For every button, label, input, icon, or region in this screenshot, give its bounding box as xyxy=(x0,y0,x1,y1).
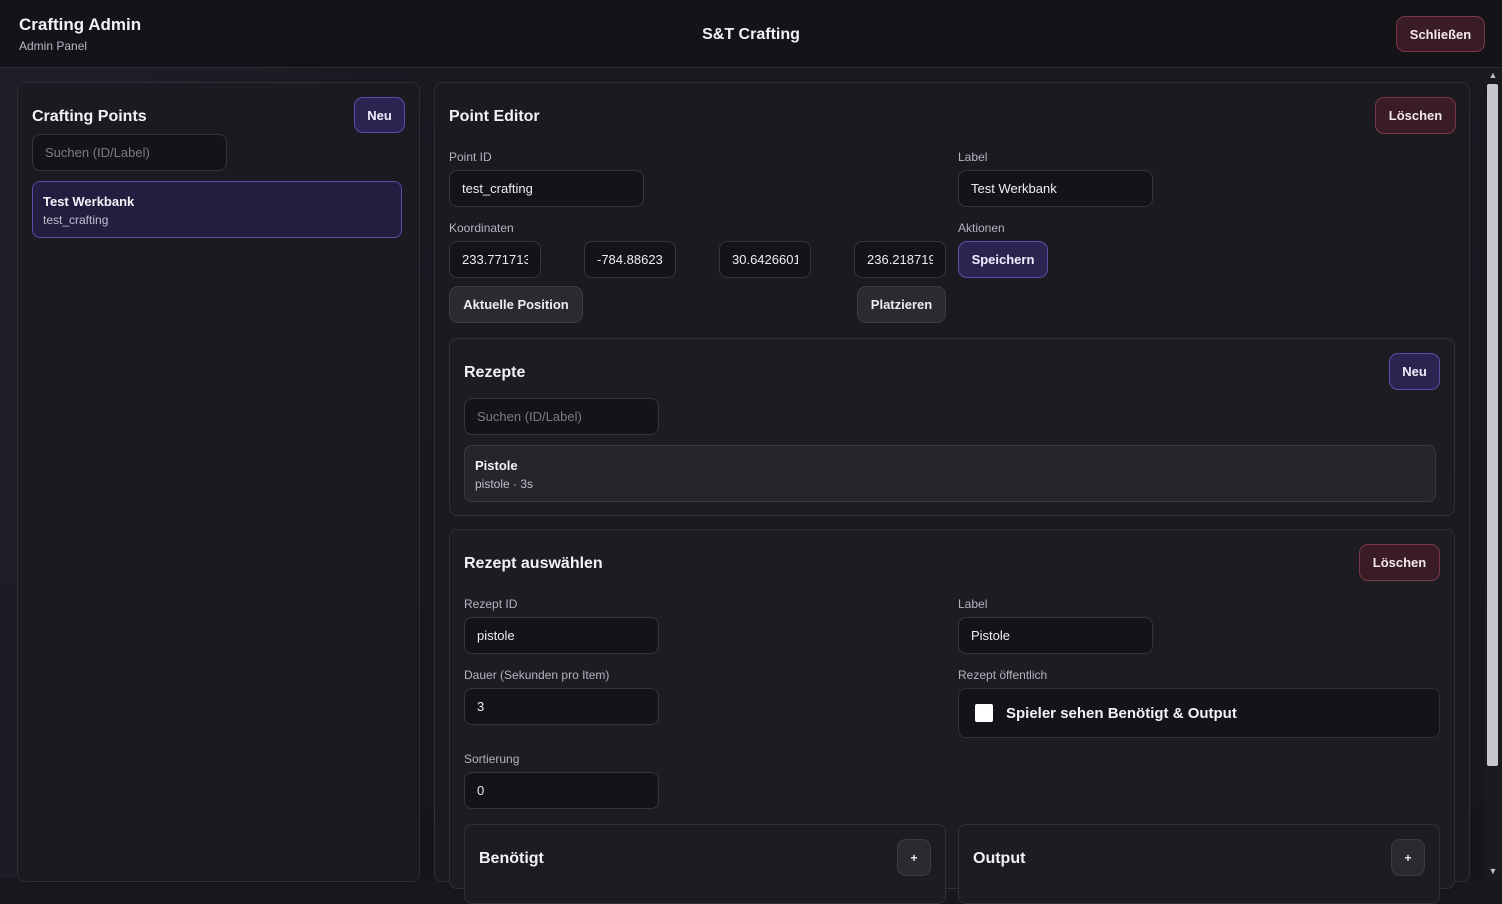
public-toggle[interactable]: Spieler sehen Benötigt & Output xyxy=(958,688,1440,738)
coord-x-input[interactable] xyxy=(449,241,541,278)
public-checkbox[interactable] xyxy=(975,704,993,722)
save-point-button[interactable]: Speichern xyxy=(958,241,1048,278)
crafting-points-title: Crafting Points xyxy=(32,108,147,125)
public-label: Rezept öffentlich xyxy=(958,668,1048,682)
scroll-thumb[interactable] xyxy=(1487,84,1498,766)
recipe-label-label: Label xyxy=(958,597,988,611)
close-button[interactable]: Schließen xyxy=(1396,16,1485,52)
scroll-up-icon[interactable]: ▲ xyxy=(1484,68,1502,82)
required-panel: Benötigt + xyxy=(464,824,946,904)
point-editor-title: Point Editor xyxy=(449,108,540,125)
actions-label: Aktionen xyxy=(958,221,1005,235)
recipe-item-subtitle: pistole · 3s xyxy=(475,477,534,491)
recipe-list-item[interactable]: Pistole pistole · 3s xyxy=(464,445,1436,502)
scrollbar[interactable]: ▲ ▼ xyxy=(1484,68,1502,878)
recipe-item-title: Pistole xyxy=(475,458,518,473)
current-position-button[interactable]: Aktuelle Position xyxy=(449,286,583,323)
coord-heading-input[interactable] xyxy=(854,241,946,278)
output-panel: Output + xyxy=(958,824,1440,904)
point-list-item[interactable]: Test Werkbank test_crafting xyxy=(32,181,402,238)
point-id-input[interactable] xyxy=(449,170,644,207)
recipes-panel: Rezepte Neu Pistole pistole · 3s xyxy=(449,338,1455,516)
page-title: S&T Crafting xyxy=(702,26,800,43)
point-label-input[interactable] xyxy=(958,170,1153,207)
point-editor-panel: Point Editor Löschen Point ID Label Koor… xyxy=(434,82,1470,904)
output-title: Output xyxy=(973,850,1026,867)
coord-y-input[interactable] xyxy=(584,241,676,278)
recipe-search-input[interactable] xyxy=(464,398,659,435)
point-id-label: Point ID xyxy=(449,150,492,164)
top-bar: Crafting Admin Admin Panel S&T Crafting … xyxy=(0,0,1502,68)
scroll-down-icon[interactable]: ▼ xyxy=(1484,864,1502,878)
required-title: Benötigt xyxy=(479,850,544,867)
duration-label: Dauer (Sekunden pro Item) xyxy=(464,668,610,682)
public-checkbox-label: Spieler sehen Benötigt & Output xyxy=(1006,705,1237,722)
point-item-title: Test Werkbank xyxy=(43,194,135,209)
recipes-title: Rezepte xyxy=(464,364,526,381)
add-output-button[interactable]: + xyxy=(1391,839,1425,876)
recipe-editor-panel: Rezept auswählen Löschen Rezept ID Label… xyxy=(449,529,1455,904)
point-item-subtitle: test_crafting xyxy=(43,213,109,227)
new-recipe-button[interactable]: Neu xyxy=(1389,353,1440,390)
point-label-label: Label xyxy=(958,150,988,164)
coords-label: Koordinaten xyxy=(449,221,514,235)
sort-input[interactable] xyxy=(464,772,659,809)
new-point-button[interactable]: Neu xyxy=(354,97,405,133)
add-required-button[interactable]: + xyxy=(897,839,931,876)
point-search-input[interactable] xyxy=(32,134,227,171)
place-button[interactable]: Platzieren xyxy=(857,286,946,323)
duration-input[interactable] xyxy=(464,688,659,725)
sort-label: Sortierung xyxy=(464,752,520,766)
recipe-id-input[interactable] xyxy=(464,617,659,654)
recipe-label-input[interactable] xyxy=(958,617,1153,654)
coord-z-input[interactable] xyxy=(719,241,811,278)
recipe-id-label: Rezept ID xyxy=(464,597,518,611)
delete-point-button[interactable]: Löschen xyxy=(1375,97,1456,134)
recipe-editor-title: Rezept auswählen xyxy=(464,555,603,572)
delete-recipe-button[interactable]: Löschen xyxy=(1359,544,1440,581)
crafting-points-panel: Crafting Points Neu Test Werkbank test_c… xyxy=(17,82,420,882)
